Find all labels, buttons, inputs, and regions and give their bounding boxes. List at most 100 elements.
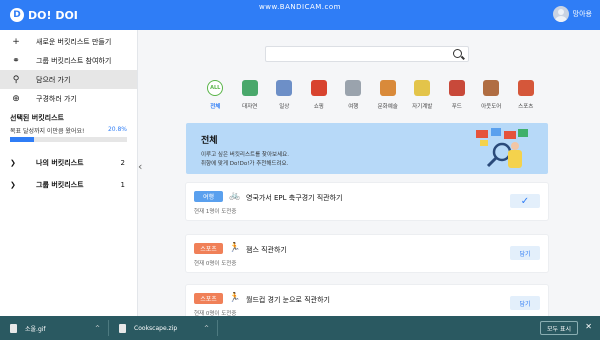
menu-create-bucketlist[interactable]: + 새로운 버킷리스트 만들기 [0, 32, 137, 51]
banner-line-1: 이루고 싶은 버킷리스트를 찾아보세요. [201, 152, 289, 158]
card-challengers: 현재 1명이 도전중 [194, 209, 237, 215]
goal-progress-fill [10, 137, 35, 142]
bucketlist-card[interactable]: 여행 🚲 영국가서 EPL 축구경기 직관하기현재 1명이 도전중 ✓ [186, 183, 548, 220]
plus-icon: + [12, 36, 20, 47]
chevron-down-icon: ❯ [10, 159, 16, 167]
added-check-button[interactable]: ✓ [510, 194, 540, 208]
category-banner: 전체 이루고 싶은 버킷리스트를 찾아보세요. 취향에 맞게 Do!Do!가 추… [186, 123, 548, 174]
goal-row: 목표 달성까지 이만큼 왔어요! 20.8% [10, 126, 127, 135]
search-box[interactable] [265, 46, 469, 62]
category-bar: ALL 전체 대자연 일상 쇼핑 여행 문화예술 자기계발 푸드 아웃도어 스포츠 [198, 80, 543, 110]
sidebar: + 새로운 버킷리스트 만들기 ⚭ 그룹 버킷리스트 참여하기 ⚲ 담으러 가기… [0, 30, 138, 316]
menu-label: 구경하러 가기 [36, 94, 77, 103]
menu-go-collect[interactable]: ⚲ 담으러 가기 [0, 70, 137, 89]
category-tag: 여행 [194, 191, 223, 202]
category-label: 스포츠 [518, 104, 534, 110]
category-label: 쇼핑 [313, 104, 324, 110]
search-input[interactable] [272, 47, 452, 61]
category-icon [414, 80, 431, 96]
goal-text: 목표 달성까지 이만큼 왔어요! [10, 128, 85, 135]
group-label: 그룹 버킷리스트 [36, 181, 84, 189]
category-icon [345, 80, 362, 96]
globe-icon: ⊕ [12, 93, 20, 104]
group-label: 나의 버킷리스트 [36, 159, 84, 167]
category-label: 여행 [348, 104, 359, 110]
category-label: 대자연 [242, 104, 258, 110]
group-count: 2 [120, 159, 125, 167]
menu-join-group[interactable]: ⚭ 그룹 버킷리스트 참여하기 [0, 51, 137, 70]
group-icon: ⚭ [12, 55, 20, 66]
show-all-button[interactable]: 모두 표시 [540, 321, 578, 335]
download-item[interactable]: 소울.gif ^ [0, 316, 110, 340]
banner-illustration-icon [476, 128, 528, 168]
category-icon [276, 80, 293, 96]
add-button[interactable]: 담기 [510, 296, 540, 310]
menu-label: 담으러 가기 [36, 75, 71, 84]
add-button[interactable]: 담기 [510, 246, 540, 260]
goal-progress-bar [10, 137, 127, 142]
card-title: 영국가서 EPL 축구경기 직관하기 [246, 194, 343, 202]
sidebar-collapse-button[interactable]: ‹ [138, 160, 148, 178]
category-1[interactable]: 대자연 [233, 80, 268, 110]
recorder-watermark: www.BANDICAM.com [259, 3, 341, 11]
card-title: 잼스 직관하기 [246, 246, 287, 254]
card-title: 월드컵 경기 눈으로 직관하기 [246, 296, 330, 304]
menu-label: 그룹 버킷리스트 참여하기 [36, 56, 112, 65]
download-filename: 소울.gif [25, 325, 46, 333]
zip-file-icon [119, 323, 127, 333]
category-8[interactable]: 아웃도어 [474, 80, 509, 110]
category-icon [448, 80, 465, 96]
search-icon: ⚲ [12, 74, 20, 85]
category-icon [310, 80, 327, 96]
user-menu[interactable]: 망아용 [552, 6, 592, 22]
category-icon [241, 80, 258, 96]
avatar-icon [552, 6, 569, 22]
my-bucketlist-group[interactable]: ❯ 나의 버킷리스트 2 [0, 154, 137, 172]
category-9[interactable]: 스포츠 [509, 80, 544, 110]
close-icon[interactable]: ✕ [585, 322, 592, 331]
category-label: 자기계발 [412, 104, 433, 110]
runner-icon: 🏃 [229, 293, 241, 303]
category-2[interactable]: 일상 [267, 80, 302, 110]
category-label: 문화예술 [377, 104, 398, 110]
category-label: 푸드 [451, 104, 462, 110]
menu-go-browse[interactable]: ⊕ 구경하러 가기 [0, 89, 137, 108]
banner-title: 전체 [201, 136, 218, 146]
menu-label: 새로운 버킷리스트 만들기 [36, 37, 112, 46]
category-3[interactable]: 쇼핑 [302, 80, 337, 110]
runner-icon: 🏃 [229, 243, 241, 253]
chevron-up-icon[interactable]: ^ [95, 325, 100, 332]
main-content: ALL 전체 대자연 일상 쇼핑 여행 문화예술 자기계발 푸드 아웃도어 스포츠 전체 이루고 싶… [148, 30, 600, 322]
group-count: 1 [120, 181, 125, 189]
category-tag: 스포츠 [194, 293, 223, 304]
group-bucketlist-group[interactable]: ❯ 그룹 버킷리스트 1 [0, 176, 137, 194]
top-bar: D DO! DOI www.BANDICAM.com 망아용 [0, 0, 600, 30]
file-icon [10, 323, 17, 333]
banner-line-2: 취향에 맞게 Do!Do!가 추천해드려요. [201, 161, 289, 167]
category-7[interactable]: 푸드 [440, 80, 475, 110]
selected-bucketlist-title: 선택된 버킷리스트 [10, 114, 64, 122]
bucketlist-card[interactable]: 스포츠 🏃 잼스 직관하기현재 0명이 도전중 담기 [186, 235, 548, 272]
chevron-down-icon: ❯ [10, 181, 16, 189]
category-4[interactable]: 여행 [336, 80, 371, 110]
download-bar: 소울.gif ^ Cookscape.zip ^ 모두 표시 ✕ [0, 316, 600, 340]
all-category-icon: ALL [207, 80, 224, 96]
category-icon [379, 80, 396, 96]
category-5[interactable]: 문화예술 [371, 80, 406, 110]
goal-percent: 20.8% [107, 126, 127, 133]
category-0[interactable]: ALL 전체 [198, 80, 233, 110]
user-name: 망아용 [572, 10, 592, 18]
category-6[interactable]: 자기계발 [405, 80, 440, 110]
card-challengers: 현재 0명이 도전중 [194, 261, 237, 267]
search-icon[interactable] [453, 49, 462, 58]
chevron-up-icon[interactable]: ^ [204, 325, 209, 332]
download-item[interactable]: Cookscape.zip ^ [109, 316, 219, 340]
bicycle-icon: 🚲 [229, 191, 241, 201]
category-label: 일상 [279, 104, 290, 110]
category-label: 전체 [210, 104, 221, 110]
category-icon [483, 80, 500, 96]
category-label: 아웃도어 [481, 104, 502, 110]
download-filename: Cookscape.zip [134, 324, 178, 332]
category-tag: 스포츠 [194, 243, 223, 254]
category-icon [517, 80, 534, 96]
